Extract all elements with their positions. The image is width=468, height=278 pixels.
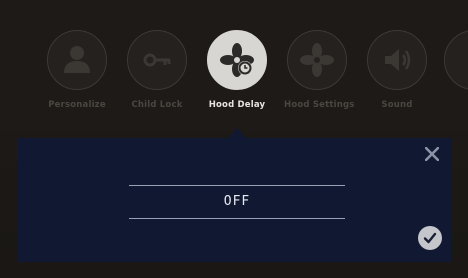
key-icon [127,30,187,90]
menu-item-hood-delay[interactable]: Hood Delay [204,30,270,110]
fan-timer-icon [207,30,267,90]
fan-icon [287,30,347,90]
value-divider-bottom [129,218,345,219]
menu-item-partial[interactable] [440,30,468,90]
close-icon[interactable] [422,144,442,164]
menu-item-personalize[interactable]: Personalize [44,30,110,110]
delay-value[interactable]: OFF [129,194,345,209]
selection-pointer [228,128,246,138]
menu-item-sound[interactable]: Sound [364,30,430,110]
menu-item-label: Child Lock [131,100,183,110]
menu-item-hood-settings[interactable]: Hood Settings [284,30,355,110]
settings-screen: Personalize Child Lock Hood Delay Hood S… [0,0,468,278]
settings-carousel: Personalize Child Lock Hood Delay Hood S… [0,0,468,130]
menu-item-label: Hood Delay [208,100,266,110]
checkmark-icon[interactable] [418,226,442,250]
hood-delay-panel: OFF [18,138,452,262]
menu-item-label: Hood Settings [284,100,355,110]
menu-item-child-lock[interactable]: Child Lock [124,30,190,110]
menu-item-label: Personalize [48,100,106,110]
person-icon [47,30,107,90]
value-divider-top [129,185,345,186]
menu-item-label: Sound [381,100,413,110]
speaker-icon [367,30,427,90]
